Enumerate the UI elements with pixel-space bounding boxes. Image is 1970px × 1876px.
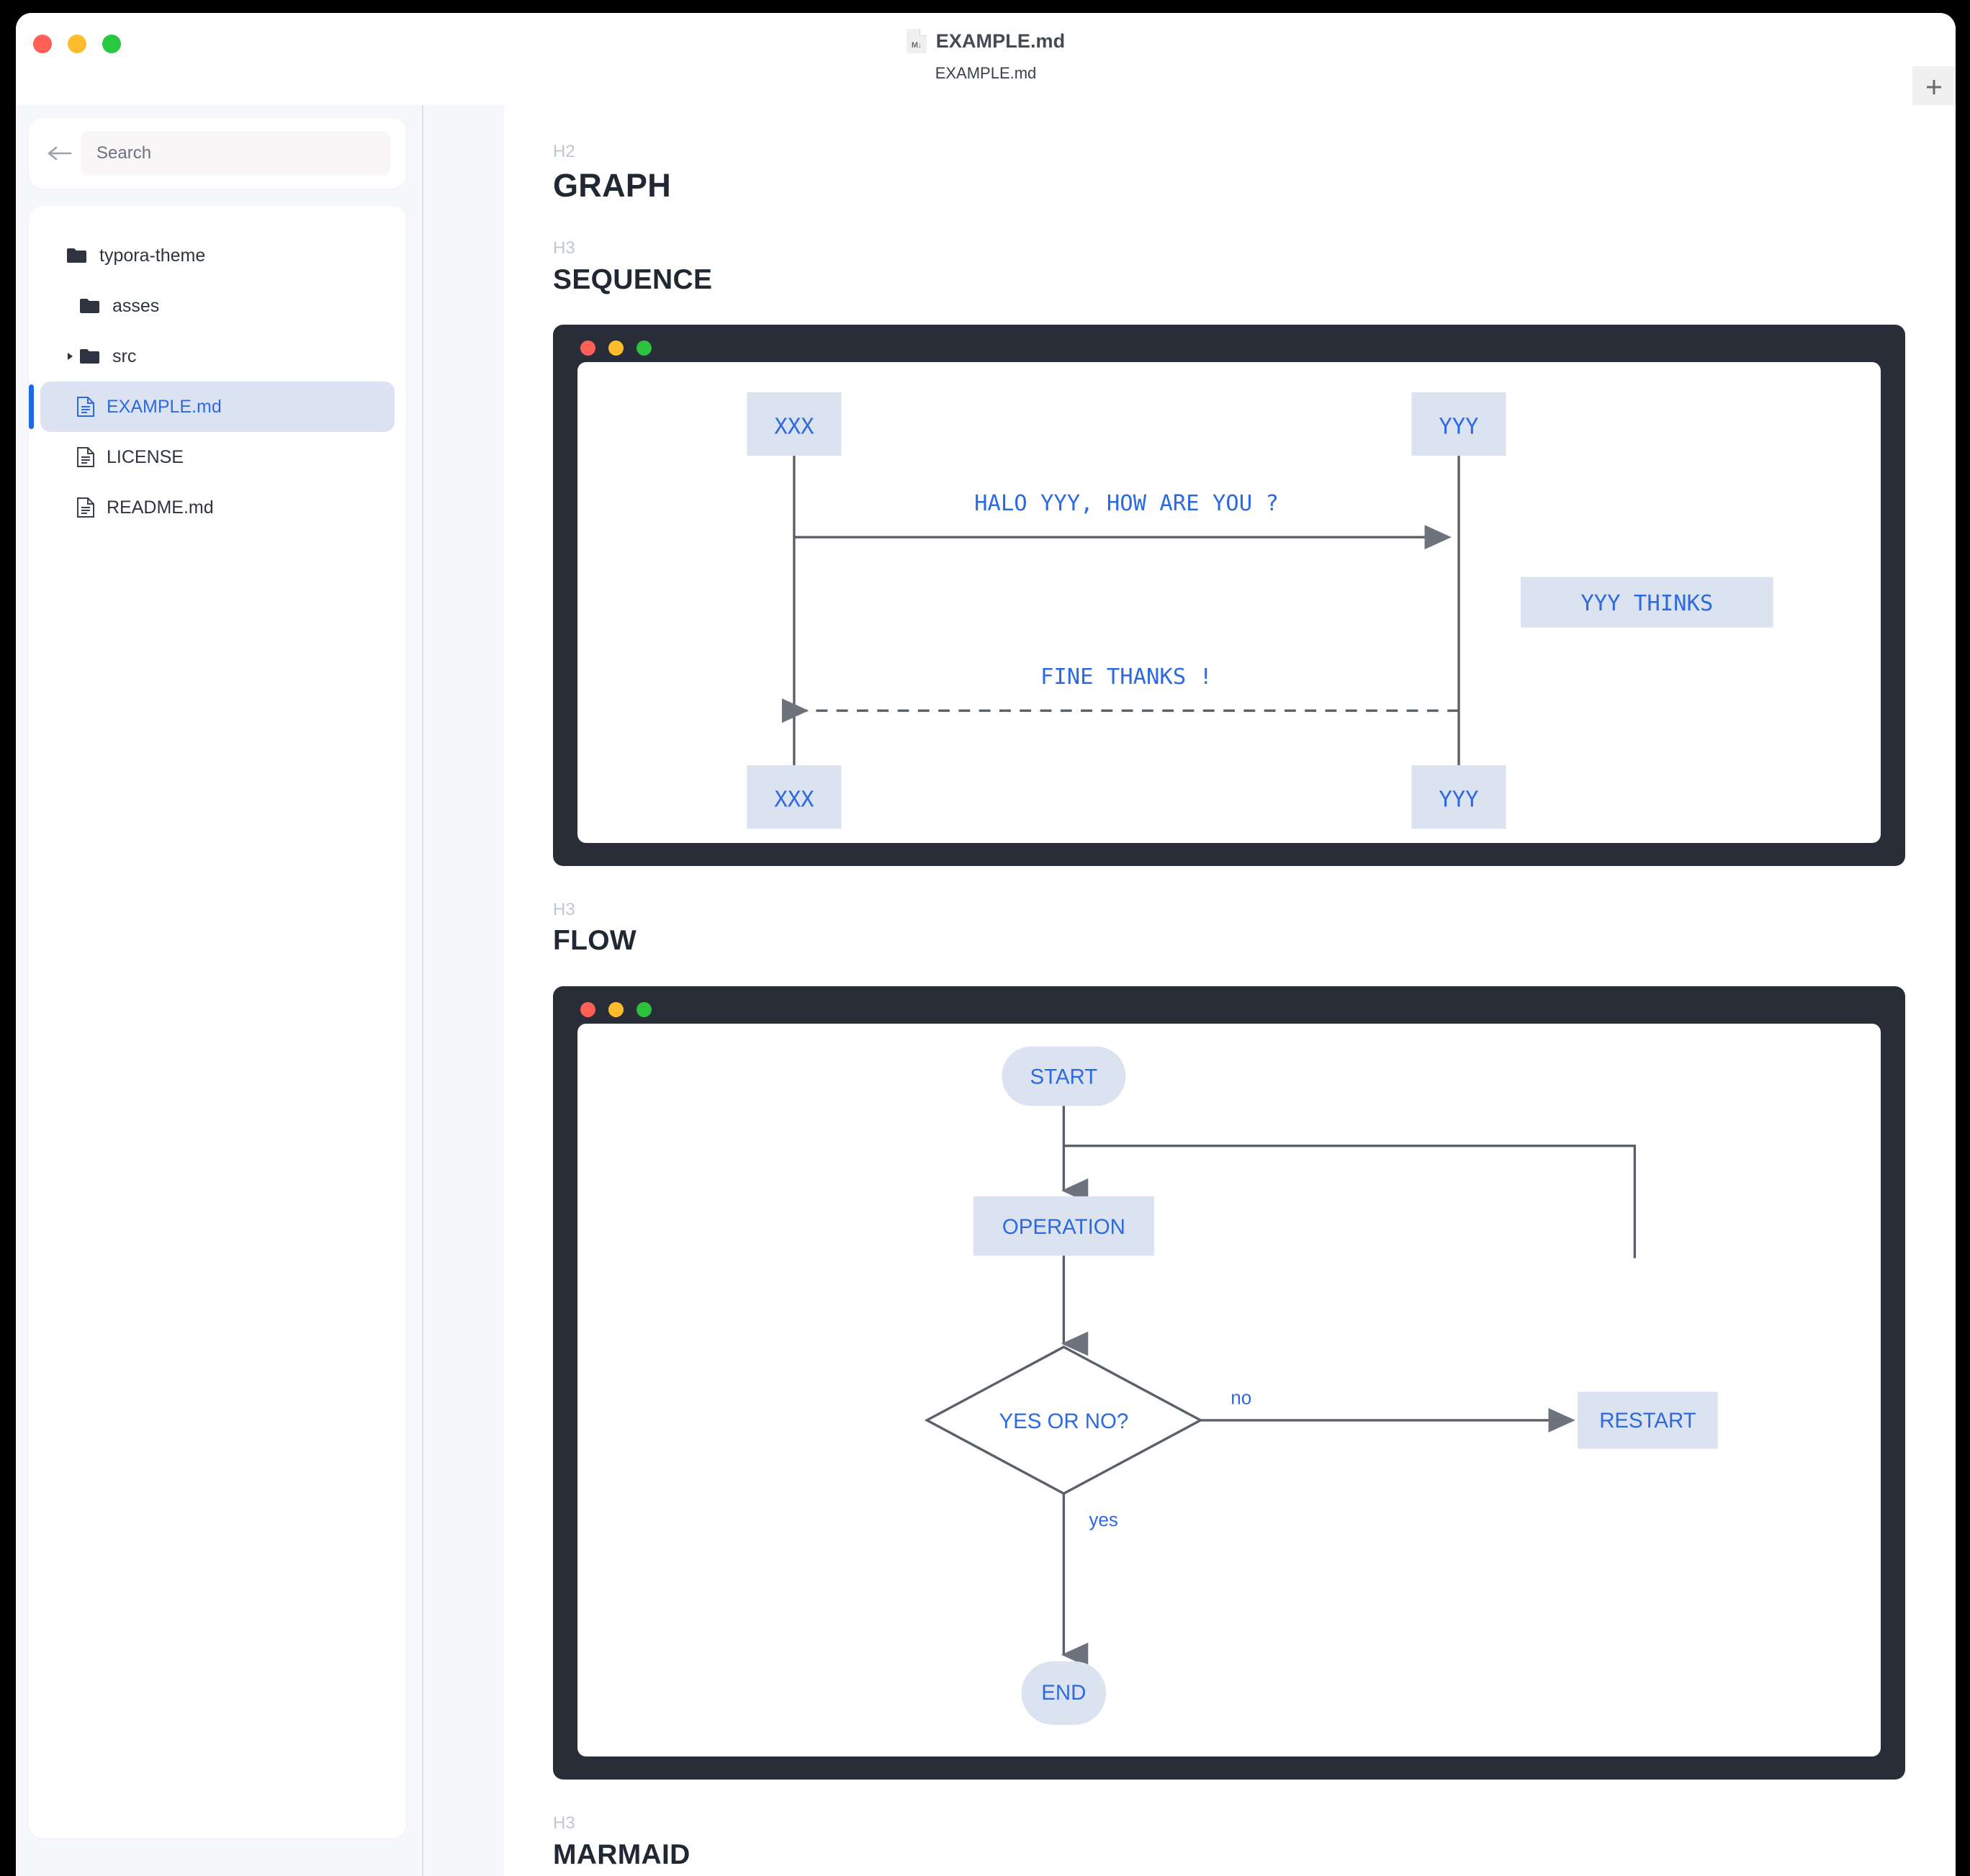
search-input[interactable] xyxy=(81,131,390,176)
flow-node-start-label: START xyxy=(1030,1065,1098,1089)
window-titlebar: M↓ EXAMPLE.md EXAMPLE.md xyxy=(16,13,1956,107)
actor-label-xxx-bottom: XXX xyxy=(774,788,814,813)
sidebar: typora-theme asses xyxy=(16,105,422,1876)
flow-node-restart-label: RESTART xyxy=(1599,1409,1696,1433)
content-gutter xyxy=(423,105,504,1876)
plus-icon xyxy=(1927,79,1941,94)
folder-icon xyxy=(66,247,88,264)
actor-label-yyy-top: YYY xyxy=(1439,415,1478,440)
minimize-dot-icon xyxy=(608,1002,624,1018)
heading-marmaid: H3 MARMAID xyxy=(553,1813,1905,1871)
flow-node-operation-label: OPERATION xyxy=(1002,1215,1125,1239)
heading-text: FLOW xyxy=(553,925,637,957)
sequence-diagram-canvas: XXX YYY HALO YYY, HOW ARE YOU ? YYY THIN… xyxy=(577,362,1881,843)
heading-text: SEQUENCE xyxy=(553,263,713,295)
chevron-right-icon[interactable] xyxy=(63,351,78,362)
close-dot-icon xyxy=(580,341,595,356)
tree-item-readme-md[interactable]: README.md xyxy=(40,482,395,533)
flow-node-condition-label: YES OR NO? xyxy=(999,1410,1128,1433)
page-title: EXAMPLE.md xyxy=(935,30,1066,52)
tree-item-typora-theme[interactable]: typora-theme xyxy=(40,230,395,281)
add-tab-button[interactable] xyxy=(1912,66,1956,107)
minimize-dot-icon xyxy=(608,341,624,356)
heading-level-marker: H3 xyxy=(553,899,575,919)
tree-item-label: README.md xyxy=(107,497,214,518)
flow-node-end-label: END xyxy=(1041,1681,1086,1705)
heading-text: GRAPH xyxy=(553,167,672,204)
file-tree: typora-theme asses src EXAMPLE.md LICENS… xyxy=(29,206,406,1839)
sequence-message-label-2: FINE THANKS ! xyxy=(1040,664,1213,690)
application-window: M↓ EXAMPLE.md EXAMPLE.md Search typora-t… xyxy=(16,13,1956,1876)
heading-level-marker: H3 xyxy=(553,1813,575,1834)
sequence-message-label-1: HALO YYY, HOW ARE YOU ? xyxy=(974,491,1279,516)
flow-diagram-block: START OPERATION YES OR NO? no RESTART ye… xyxy=(553,986,1905,1780)
document-tab-label: EXAMPLE.md xyxy=(935,64,1037,82)
code-block-traffic-lights xyxy=(580,341,652,356)
actor-label-yyy-bottom: YYY xyxy=(1439,788,1478,813)
maximize-dot-icon xyxy=(637,1002,652,1018)
tree-item-label: asses xyxy=(112,295,160,316)
actor-label-xxx-top: XXX xyxy=(774,415,814,440)
back-arrow-icon[interactable] xyxy=(45,143,73,164)
file-icon xyxy=(76,497,95,518)
title-row: M↓ EXAMPLE.md xyxy=(906,29,1066,53)
document-content: H2 GRAPH H3 SEQUENCE XXX YYY HALO YYY, H… xyxy=(504,105,1956,1876)
file-icon xyxy=(76,446,95,468)
tree-item-example-md[interactable]: EXAMPLE.md xyxy=(29,382,395,432)
tree-item-label: typora-theme xyxy=(99,245,206,266)
heading-text: MARMAID xyxy=(553,1839,691,1870)
folder-icon xyxy=(79,297,101,315)
tree-item-src[interactable]: src xyxy=(40,331,395,382)
tree-item-label: LICENSE xyxy=(107,446,184,467)
flow-edge-label-yes: yes xyxy=(1089,1509,1117,1530)
markdown-file-icon: M↓ xyxy=(906,29,927,53)
heading-sequence: H3 SEQUENCE xyxy=(553,238,1905,296)
maximize-dot-icon xyxy=(637,341,652,356)
window-title-group: M↓ EXAMPLE.md EXAMPLE.md xyxy=(16,29,1956,83)
tree-item-label: EXAMPLE.md xyxy=(107,396,222,417)
heading-flow: H3 FLOW xyxy=(553,899,1905,957)
sequence-diagram-svg: XXX YYY HALO YYY, HOW ARE YOU ? YYY THIN… xyxy=(747,392,1773,829)
flow-diagram-canvas: START OPERATION YES OR NO? no RESTART ye… xyxy=(577,1024,1881,1757)
tree-item-asses[interactable]: asses xyxy=(40,281,395,331)
sequence-diagram-block: XXX YYY HALO YYY, HOW ARE YOU ? YYY THIN… xyxy=(553,325,1905,866)
file-icon xyxy=(76,396,95,418)
flow-diagram-svg: START OPERATION YES OR NO? no RESTART ye… xyxy=(924,1046,1718,1726)
close-dot-icon xyxy=(580,1002,595,1018)
folder-icon xyxy=(79,348,101,365)
window-body: typora-theme asses xyxy=(16,105,1956,1876)
heading-level-marker: H3 xyxy=(553,238,575,258)
search-bar xyxy=(29,118,406,189)
heading-level-marker: H2 xyxy=(553,142,575,161)
sequence-note-label: YYY THINKS xyxy=(1580,591,1713,616)
heading-graph: H2 GRAPH xyxy=(553,142,1905,204)
tree-item-label: src xyxy=(112,346,137,366)
code-block-traffic-lights xyxy=(580,1002,652,1018)
markdown-file-icon-glyph: M↓ xyxy=(911,41,922,50)
tree-item-license[interactable]: LICENSE xyxy=(40,432,395,482)
flow-edge-label-no: no xyxy=(1231,1386,1251,1408)
